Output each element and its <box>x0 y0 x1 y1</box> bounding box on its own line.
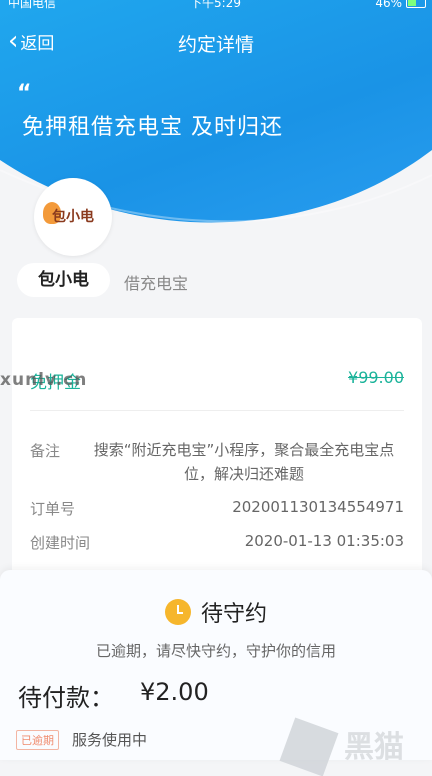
status-text: 待守约 <box>200 602 267 627</box>
note-text: 搜索“附近充电宝”小程序，聚合最全充电宝点位，解决归还难题 <box>93 441 395 483</box>
watermark-text: xunlv.cn <box>0 370 88 390</box>
order-card: 免押金 ¥99.00 备注 搜索“附近充电宝”小程序，聚合最全充电宝点位，解决归… <box>12 318 422 588</box>
created-time-value: 2020-01-13 01:35:03 <box>244 532 404 550</box>
carrier-label: 中国电信 <box>8 0 57 10</box>
status-bar: 中国电信 下午5:29 46% <box>0 0 432 12</box>
clock-label: 下午5:29 <box>190 0 241 10</box>
order-no-label: 订单号 <box>30 500 76 518</box>
created-time-label: 创建时间 <box>30 534 91 552</box>
overdue-badge: 已逾期 <box>16 730 59 750</box>
battery-icon <box>406 0 426 8</box>
merchant-logo: 包小电 <box>34 178 112 256</box>
corner-logo-text: 黑猫 <box>344 730 404 765</box>
order-no-value: 202001130134554971 <box>232 498 404 516</box>
logo-brand-text: 包小电 <box>52 209 94 225</box>
pay-label: 待付款： <box>18 684 114 712</box>
slogan-text: 免押租借充电宝 及时归还 <box>22 115 283 140</box>
note-label: 备注 <box>30 442 61 460</box>
status-row: 待守约 <box>0 596 432 628</box>
service-status: 服务使用中 <box>72 731 148 749</box>
merchant-name: 包小电 <box>17 263 110 297</box>
page-title: 约定详情 <box>177 34 254 56</box>
merchant-category: 借充电宝 <box>124 274 189 293</box>
nav-bar: ‹ 返回 约定详情 <box>0 22 432 62</box>
quote-icon: “ <box>17 81 32 106</box>
divider <box>30 410 404 411</box>
battery-percent: 46% <box>375 0 402 10</box>
deposit-price: ¥99.00 <box>348 368 404 387</box>
clock-icon <box>164 599 191 625</box>
overdue-hint: 已逾期，请尽快守约，守护你的信用 <box>95 642 336 660</box>
corner-logo: 黑猫 <box>279 717 432 776</box>
pay-amount: ¥2.00 <box>140 678 209 706</box>
cat-logo-icon <box>279 717 339 776</box>
